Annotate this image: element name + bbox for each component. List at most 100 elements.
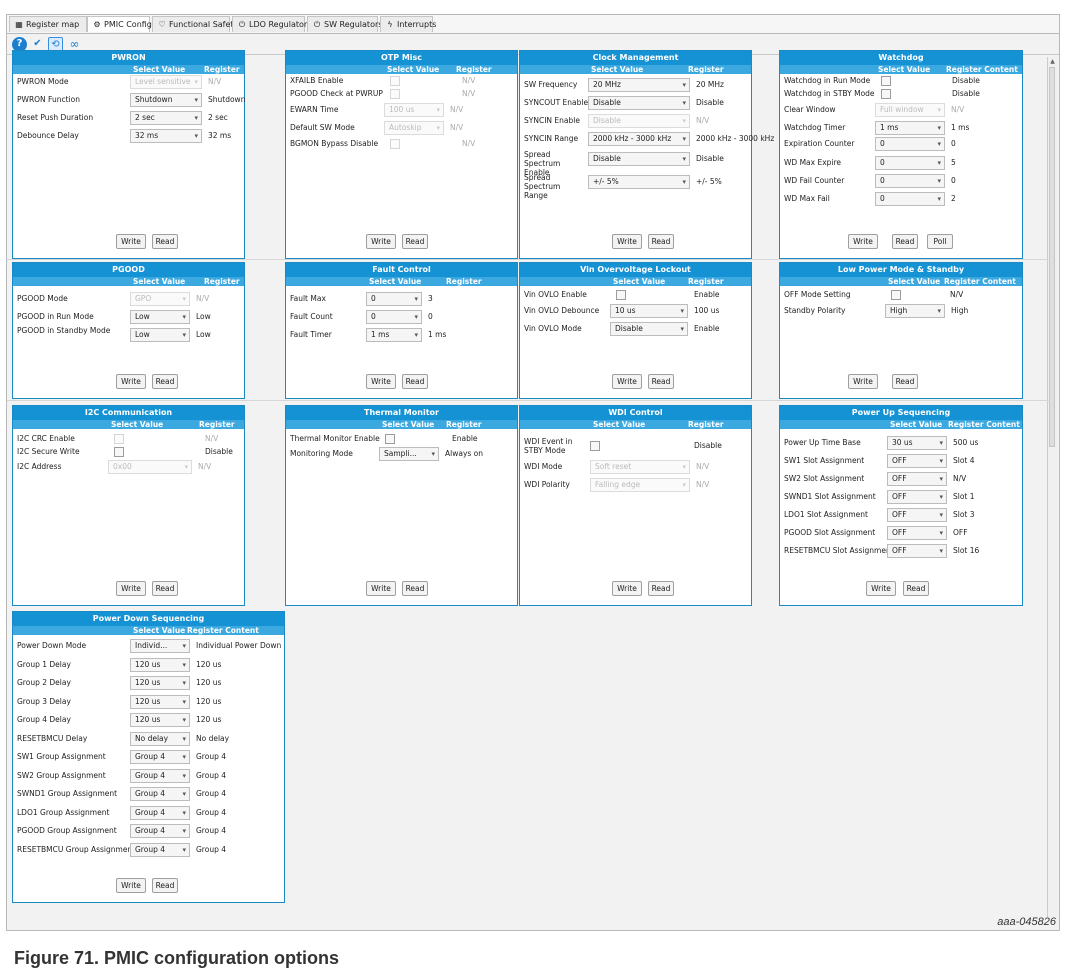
setting-select[interactable]: +/- 5% xyxy=(588,175,690,189)
setting-select[interactable]: 20 MHz xyxy=(588,78,690,92)
setting-select[interactable]: Disable xyxy=(588,96,690,110)
setting-checkbox[interactable] xyxy=(881,89,891,99)
setting-checkbox[interactable] xyxy=(385,434,395,444)
setting-checkbox[interactable] xyxy=(881,76,891,86)
setting-select[interactable]: Group 4 xyxy=(130,768,190,783)
panel-title: Low Power Mode & Standby xyxy=(780,263,1022,277)
setting-select[interactable]: Group 4 xyxy=(130,824,190,838)
setting-checkbox[interactable] xyxy=(590,441,600,451)
setting-select[interactable]: Group 4 xyxy=(130,750,190,764)
setting-select[interactable]: 2 sec xyxy=(130,111,202,125)
setting-select[interactable]: 120 us xyxy=(130,713,190,727)
register-content-value: Always on xyxy=(445,449,484,458)
setting-select[interactable]: 120 us xyxy=(130,676,190,690)
setting-select[interactable]: Shutdown xyxy=(130,93,202,107)
write-button[interactable]: Write xyxy=(366,581,396,596)
setting-select[interactable]: Sampli... xyxy=(379,447,439,461)
read-button[interactable]: Read xyxy=(892,374,918,389)
setting-select[interactable]: Group 4 xyxy=(130,805,190,820)
read-button[interactable]: Read xyxy=(892,234,918,249)
setting-select[interactable]: 0 xyxy=(875,192,945,206)
setting-select[interactable]: Low xyxy=(130,310,190,324)
setting-select[interactable]: 0 xyxy=(366,292,422,306)
register-content-value: 100 us xyxy=(694,306,720,315)
setting-select[interactable]: OFF xyxy=(887,526,947,540)
setting-select[interactable]: 120 us xyxy=(130,657,190,672)
setting-row: EWARN Time 100 us N/V xyxy=(286,103,517,117)
setting-select[interactable]: Group 4 xyxy=(130,787,190,801)
panel-title: Clock Management xyxy=(520,51,751,65)
read-button[interactable]: Read xyxy=(648,581,674,596)
scroll-up-icon[interactable]: ▲ xyxy=(1048,57,1057,66)
tab-functional-safety[interactable]: ♡ Functional Safety xyxy=(152,16,238,32)
setting-select[interactable]: 0 xyxy=(366,310,422,324)
setting-label: SW1 Group Assignment xyxy=(17,752,106,761)
setting-select[interactable]: 0 xyxy=(875,156,945,170)
setting-checkbox[interactable] xyxy=(616,290,626,300)
register-content-value: +/- 5% xyxy=(696,177,722,186)
setting-select[interactable]: Low xyxy=(130,328,190,342)
setting-select[interactable]: Disable xyxy=(610,322,688,336)
setting-select[interactable]: OFF xyxy=(887,508,947,522)
write-button[interactable]: Write xyxy=(866,581,896,596)
read-button[interactable]: Read xyxy=(402,234,428,249)
setting-select[interactable]: OFF xyxy=(887,454,947,468)
read-button[interactable]: Read xyxy=(152,374,178,389)
read-button[interactable]: Read xyxy=(152,878,178,893)
setting-select[interactable]: Individ... xyxy=(130,639,190,653)
setting-select[interactable]: 32 ms xyxy=(130,129,202,143)
tab-interrupts[interactable]: ϟ Interrupts xyxy=(380,16,436,32)
read-button[interactable]: Read xyxy=(402,374,428,389)
setting-select[interactable]: OFF xyxy=(887,472,947,486)
write-button[interactable]: Write xyxy=(848,234,878,249)
setting-select[interactable]: No delay xyxy=(130,731,190,746)
select-value-header: Select Value xyxy=(133,626,186,635)
poll-button[interactable]: Poll xyxy=(927,234,953,249)
read-button[interactable]: Read xyxy=(648,374,674,389)
tab-ldo-regulators[interactable]: ⏻ LDO Regulators xyxy=(232,16,311,32)
write-button[interactable]: Write xyxy=(612,234,642,249)
panel-power-up-sequencing: Power Up Sequencing Select Value Register … xyxy=(779,405,1023,606)
read-button[interactable]: Read xyxy=(648,234,674,249)
register-content-value: Disable xyxy=(952,76,980,85)
read-button[interactable]: Read xyxy=(903,581,929,596)
write-button[interactable]: Write xyxy=(366,234,396,249)
write-button[interactable]: Write xyxy=(848,374,878,389)
setting-select[interactable]: OFF xyxy=(887,490,947,504)
setting-select[interactable]: 1 ms xyxy=(875,121,945,135)
setting-row: I2C Secure Write Disable xyxy=(13,445,244,459)
scrollbar-thumb[interactable] xyxy=(1049,67,1055,447)
write-button[interactable]: Write xyxy=(612,581,642,596)
setting-select[interactable]: 120 us xyxy=(130,694,190,709)
setting-select[interactable]: Group 4 xyxy=(130,842,190,857)
setting-select[interactable]: 1 ms xyxy=(366,328,422,342)
register-content-value: Slot 16 xyxy=(953,546,980,555)
setting-select[interactable]: High xyxy=(885,304,945,318)
write-button[interactable]: Write xyxy=(116,374,146,389)
setting-select[interactable]: 30 us xyxy=(887,436,947,450)
setting-select[interactable]: 10 us xyxy=(610,304,688,318)
write-button[interactable]: Write xyxy=(116,878,146,893)
setting-select[interactable]: 0 xyxy=(875,174,945,188)
setting-select[interactable]: OFF xyxy=(887,544,947,558)
setting-row: BGMON Bypass Disable N/V xyxy=(286,137,517,151)
read-button[interactable]: Read xyxy=(402,581,428,596)
setting-row: PWRON Function Shutdown Shutdown xyxy=(13,93,245,107)
setting-select[interactable]: 0 xyxy=(875,137,945,151)
write-button[interactable]: Write xyxy=(366,374,396,389)
setting-select[interactable]: Disable xyxy=(588,152,690,166)
setting-checkbox[interactable] xyxy=(891,290,901,300)
write-button[interactable]: Write xyxy=(612,374,642,389)
vertical-scrollbar[interactable]: ▲ xyxy=(1047,57,1057,917)
read-button[interactable]: Read xyxy=(152,234,178,249)
setting-select[interactable]: 2000 kHz - 3000 kHz xyxy=(588,132,690,146)
tab-pmic-config[interactable]: ⚙ PMIC Config xyxy=(87,16,152,32)
read-button[interactable]: Read xyxy=(152,581,178,596)
setting-label: Group 3 Delay xyxy=(17,696,71,706)
tab-register-map[interactable]: ▦ Register map xyxy=(9,16,87,32)
setting-select: Level sensitive xyxy=(130,75,202,89)
write-button[interactable]: Write xyxy=(116,581,146,596)
tab-sw-regulators[interactable]: ⏻ SW Regulators xyxy=(307,16,382,32)
write-button[interactable]: Write xyxy=(116,234,146,249)
setting-checkbox[interactable] xyxy=(114,447,124,457)
